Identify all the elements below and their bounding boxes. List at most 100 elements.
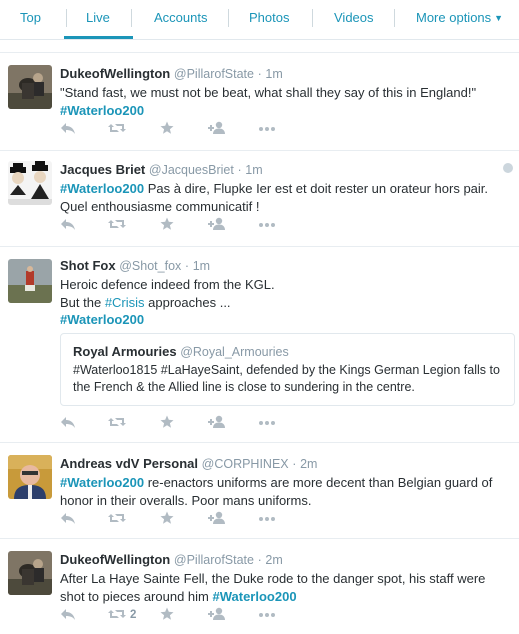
retweet-button[interactable]: 2 — [108, 607, 148, 625]
fullname[interactable]: DukeofWellington — [60, 66, 170, 81]
username[interactable]: @PillarofState — [174, 553, 254, 567]
retweet-icon — [108, 418, 126, 426]
fullname[interactable]: Jacques Briet — [60, 162, 145, 177]
favorite-button[interactable] — [160, 415, 182, 433]
timestamp[interactable]: 1m — [245, 163, 262, 177]
tweet-text-body: "Stand fast, we must not be beat, what s… — [60, 85, 477, 100]
reply-button[interactable] — [60, 217, 82, 235]
quoted-tweet[interactable]: Royal Armouries @Royal_Armouries #Waterl… — [60, 333, 515, 406]
retweet-button[interactable] — [108, 217, 130, 235]
reply-button[interactable] — [60, 121, 82, 139]
fullname[interactable]: DukeofWellington — [60, 552, 170, 567]
more-options-label: More options — [416, 10, 492, 25]
avatar[interactable] — [8, 455, 52, 499]
tweet-header: Andreas vdV Personal @CORPHINEX · 2m — [60, 455, 511, 473]
tab-divider — [66, 9, 67, 27]
favorite-button[interactable] — [160, 511, 182, 529]
quoted-tweet-text: #Waterloo1815 #LaHayeSaint, defended by … — [73, 363, 500, 394]
quoted-username: @Royal_Armouries — [180, 345, 289, 359]
hashtag-link[interactable]: #Waterloo200 — [213, 589, 297, 604]
follow-icon — [208, 121, 225, 134]
timestamp[interactable]: 1m — [193, 259, 210, 273]
hashtag-link[interactable]: #Waterloo200 — [60, 312, 144, 327]
fullname[interactable]: Andreas vdV Personal — [60, 456, 198, 471]
tweet[interactable]: DukeofWellington @PillarofState · 2m Aft… — [0, 538, 519, 634]
avatar[interactable] — [8, 65, 52, 109]
tab-more-options[interactable]: More options ▼ — [416, 0, 503, 40]
tab-videos[interactable]: Videos — [334, 0, 374, 40]
favorite-button[interactable] — [160, 121, 182, 139]
avatar[interactable] — [8, 551, 52, 595]
quoted-fullname: Royal Armouries — [73, 344, 177, 359]
username[interactable]: @Shot_fox — [119, 259, 181, 273]
more-icon — [259, 421, 275, 425]
tab-divider — [228, 9, 229, 27]
tweet-content: DukeofWellington @PillarofState · 1m "St… — [60, 65, 511, 119]
timestamp[interactable]: 1m — [265, 67, 282, 81]
tweet-text-line2-post: approaches ... — [144, 294, 231, 310]
tweet-text: After La Haye Sainte Fell, the Duke rode… — [60, 570, 511, 605]
retweet-icon — [108, 124, 126, 132]
reply-icon — [61, 417, 75, 428]
follow-button[interactable] — [208, 217, 230, 235]
username[interactable]: @PillarofState — [174, 67, 254, 81]
tweet-text: "Stand fast, we must not be beat, what s… — [60, 84, 511, 119]
reply-button[interactable] — [60, 607, 82, 625]
retweet-button[interactable] — [108, 511, 130, 529]
more-icon — [259, 223, 275, 227]
favorite-button[interactable] — [160, 217, 182, 235]
tab-live[interactable]: Live — [86, 0, 110, 40]
favorite-button[interactable] — [160, 607, 182, 625]
follow-button[interactable] — [208, 121, 230, 139]
more-button[interactable] — [258, 217, 280, 235]
tweet[interactable]: Shot Fox @Shot_fox · 1m Heroic defence i… — [0, 246, 519, 442]
quoted-tweet-header: Royal Armouries @Royal_Armouries — [73, 344, 502, 359]
username[interactable]: @CORPHINEX — [202, 457, 289, 471]
tweet-header: Shot Fox @Shot_fox · 1m — [60, 257, 511, 275]
reply-button[interactable] — [60, 415, 82, 433]
tweet-text-line2-pre: But the — [60, 294, 105, 310]
tab-accounts[interactable]: Accounts — [154, 0, 207, 40]
tweet[interactable]: Andreas vdV Personal @CORPHINEX · 2m #Wa… — [0, 442, 519, 538]
star-icon — [160, 415, 174, 428]
follow-button[interactable] — [208, 607, 230, 625]
hashtag-link[interactable]: #Waterloo200 — [60, 475, 144, 490]
reply-button[interactable] — [60, 511, 82, 529]
reply-icon — [61, 219, 75, 230]
tab-divider — [131, 9, 132, 27]
active-tab-indicator — [64, 36, 133, 39]
tab-top[interactable]: Top — [20, 0, 41, 40]
fullname[interactable]: Shot Fox — [60, 258, 116, 273]
timestamp[interactable]: 2m — [300, 457, 317, 471]
follow-button[interactable] — [208, 415, 230, 433]
more-icon — [259, 517, 275, 521]
more-button[interactable] — [258, 415, 280, 433]
hashtag-link[interactable]: #Crisis — [105, 295, 145, 310]
more-button[interactable] — [258, 511, 280, 529]
follow-button[interactable] — [208, 511, 230, 529]
hashtag-link[interactable]: #Waterloo200 — [60, 103, 144, 118]
hashtag-link[interactable]: #Waterloo200 — [60, 181, 144, 196]
tab-divider — [394, 9, 395, 27]
tweet-content: Andreas vdV Personal @CORPHINEX · 2m #Wa… — [60, 455, 511, 509]
tab-photos[interactable]: Photos — [249, 0, 289, 40]
more-button[interactable] — [258, 121, 280, 139]
separator: · — [257, 67, 262, 81]
avatar[interactable] — [8, 161, 52, 205]
timestamp[interactable]: 2m — [265, 553, 282, 567]
avatar[interactable] — [8, 259, 52, 303]
separator: · — [292, 457, 297, 471]
retweet-button[interactable] — [108, 121, 130, 139]
tweet[interactable]: DukeofWellington @PillarofState · 1m "St… — [0, 52, 519, 150]
more-button[interactable] — [258, 607, 280, 625]
follow-icon — [208, 511, 225, 524]
search-tabs: Top Live Accounts Photos Videos More opt… — [0, 0, 519, 40]
reply-icon — [61, 513, 75, 524]
tweet-content: DukeofWellington @PillarofState · 2m Aft… — [60, 551, 511, 605]
tweet[interactable]: Jacques Briet @JacquesBriet · 1m #Waterl… — [0, 150, 519, 246]
tweet-text: Heroic defence indeed from the KGL. But … — [60, 276, 511, 329]
username[interactable]: @JacquesBriet — [149, 163, 234, 177]
retweet-button[interactable] — [108, 415, 130, 433]
follow-icon — [208, 217, 225, 230]
tab-divider — [312, 9, 313, 27]
